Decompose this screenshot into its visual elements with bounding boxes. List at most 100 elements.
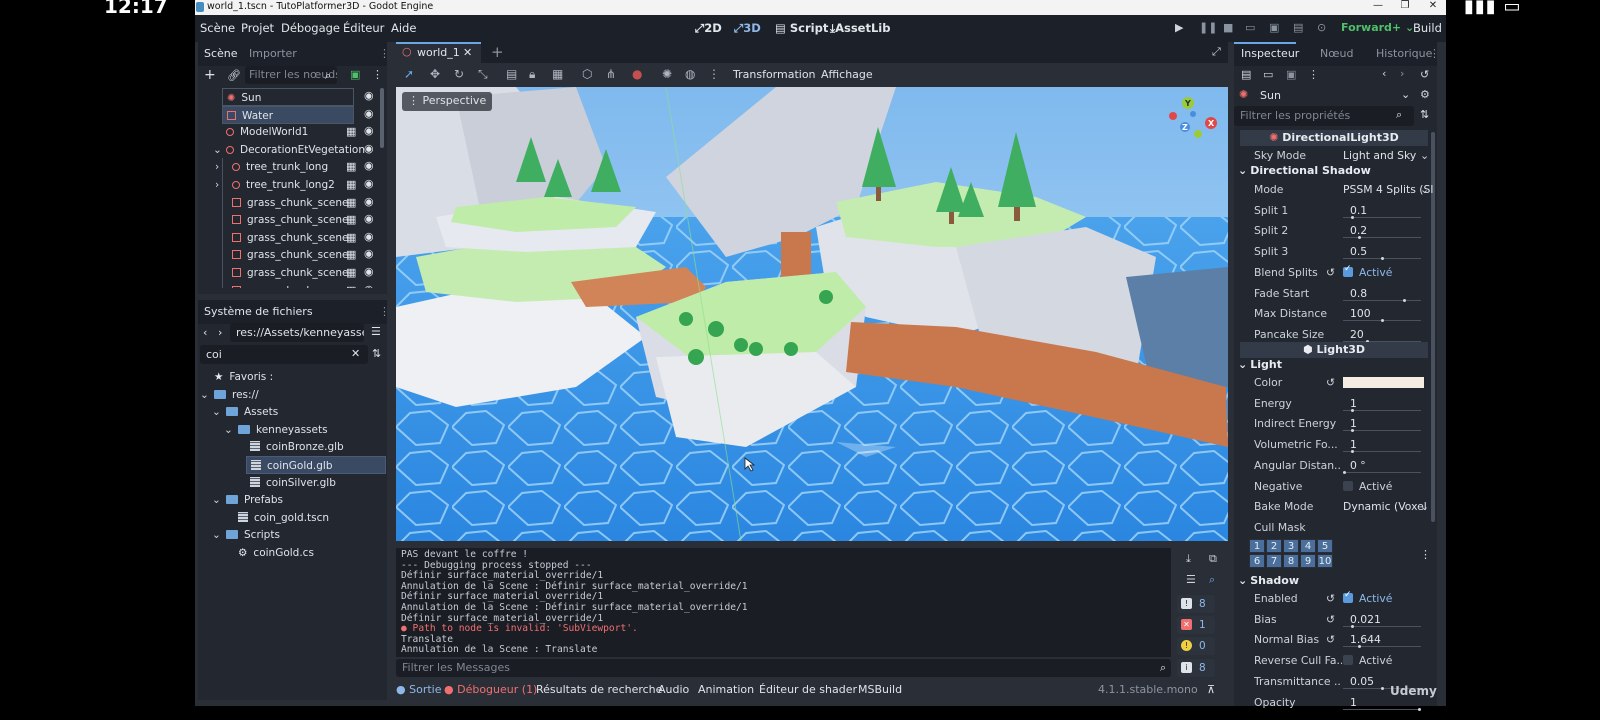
filter-settings-icon[interactable]: ⇅ — [1420, 108, 1429, 121]
property-cull-mask[interactable]: Cull Mask — [1240, 518, 1434, 538]
scene-node-grass-chunk-scene[interactable]: grass_chunk_scene — [224, 229, 356, 247]
slider-knob[interactable] — [1381, 686, 1384, 690]
selected-node-picker[interactable]: ✺ Sun ⌄ — [1234, 86, 1414, 106]
3d-viewport[interactable]: Y X Z ⋮ Perspective — [396, 87, 1228, 541]
open-scene-icon[interactable]: ▦ — [346, 196, 356, 209]
file-search-input[interactable]: coi — [200, 345, 368, 364]
slider-knob[interactable] — [1358, 236, 1361, 240]
property-filter-input[interactable]: Filtrer les propriétés — [1234, 106, 1414, 126]
slider-knob[interactable] — [1358, 645, 1361, 649]
add-node-icon[interactable]: + — [204, 67, 216, 83]
cull-layer-cell[interactable]: 9 — [1300, 554, 1316, 568]
tab-inspector[interactable]: Inspecteur — [1241, 47, 1299, 60]
tab-filesystem[interactable]: Système de fichiers — [204, 305, 313, 318]
file-item[interactable]: coin_gold.tscn — [234, 509, 386, 527]
property-mode[interactable]: Mode PSSM 4 Splits (Sl ⌄ — [1240, 180, 1434, 200]
value-slider[interactable] — [1343, 257, 1421, 261]
scene-node-water[interactable]: Water — [222, 105, 354, 124]
renderer-select[interactable]: Forward+ ⌄ — [1341, 21, 1414, 34]
workspace-script[interactable]: ▤ Script — [775, 21, 828, 35]
chevron-down-icon[interactable]: ⌄ — [212, 526, 221, 544]
select-tool-icon[interactable]: ➚ — [404, 67, 414, 81]
info-count-badge[interactable]: i8 — [1177, 659, 1215, 677]
chevron-down-icon[interactable]: ⌄ — [224, 421, 233, 439]
search-log-icon[interactable]: ⌕ — [1209, 573, 1215, 587]
remote-debug-icon[interactable]: ▭ — [1245, 21, 1255, 34]
file-item[interactable]: coinGold.glb — [246, 456, 386, 474]
play-icon[interactable]: ▶ — [1175, 21, 1183, 34]
cull-layer-cell[interactable]: 2 — [1266, 539, 1282, 553]
property-normal-bias[interactable]: Normal Bias ↺ 1.644 — [1240, 630, 1434, 650]
cull-layer-cell[interactable]: 8 — [1283, 554, 1299, 568]
scene-node-grass-chunk-scene[interactable]: grass_chunk_scene — [224, 194, 356, 212]
section-shadow[interactable]: ⌄ Shadow — [1238, 574, 1428, 590]
attach-script-icon[interactable]: ▣ — [350, 68, 360, 81]
perspective-button[interactable]: ⋮ Perspective — [402, 92, 493, 111]
dock-menu-icon[interactable]: ⋮ — [379, 47, 390, 60]
resource-menu-icon[interactable]: ⋮ — [1308, 68, 1319, 81]
slider-knob[interactable] — [1343, 470, 1346, 474]
slider-knob[interactable] — [1403, 298, 1406, 302]
dock-menu-icon[interactable]: ⋮ — [1429, 47, 1437, 60]
menu-help[interactable]: Aide — [391, 21, 416, 35]
file-item[interactable]: ⚙ coinGold.cs — [234, 544, 386, 562]
lock-icon[interactable]: 🔒︎ — [529, 67, 535, 82]
property-bake-mode[interactable]: Bake Mode Dynamic (Voxel ⌄ — [1240, 497, 1434, 517]
layer-menu-icon[interactable]: ⋮ — [1420, 548, 1431, 561]
cull-layer-cell[interactable]: 10 — [1317, 554, 1333, 568]
visibility-eye-icon[interactable]: ◉ — [364, 107, 374, 120]
scene-menu-icon[interactable]: ⋮ — [372, 68, 383, 81]
revert-icon[interactable]: ↺ — [1326, 633, 1335, 646]
tab-audio[interactable]: Audio — [658, 683, 689, 696]
path-field[interactable]: res://Assets/kenneyassets — [230, 323, 364, 342]
menu-editor[interactable]: Éditeur — [343, 21, 384, 35]
cull-layer-cell[interactable]: 6 — [1249, 554, 1265, 568]
value-slider[interactable] — [1343, 470, 1421, 474]
slider-knob[interactable] — [1418, 707, 1421, 711]
chevron-down-icon[interactable]: ⌄ — [212, 491, 221, 509]
maximize-button[interactable]: ❐ — [1393, 0, 1417, 11]
message-count-badge[interactable]: ! 8 — [1177, 595, 1215, 613]
environment-icon[interactable]: ✺ — [662, 67, 672, 81]
scale-tool-icon[interactable]: ⤡ — [478, 67, 488, 82]
property-split-2[interactable]: Split 2 0.2 — [1240, 221, 1434, 241]
property-bias[interactable]: Bias ↺ 0.021 — [1240, 610, 1434, 630]
file-item[interactable]: ⌄ kenneyassets — [224, 421, 386, 439]
pause-icon[interactable]: ❚❚ — [1199, 21, 1217, 34]
value-slider[interactable] — [1343, 450, 1421, 454]
clear-search-icon[interactable]: ✕ — [351, 347, 360, 360]
property-indirect-energy[interactable]: Indirect Energy 1 — [1240, 414, 1434, 434]
history-forward-icon[interactable]: › — [1400, 67, 1404, 80]
collapse-log-icon[interactable]: ☰ — [1186, 573, 1196, 586]
value-slider[interactable] — [1343, 298, 1421, 302]
message-filter-input[interactable]: Filtrer les Messages — [396, 659, 1171, 677]
scene-node-grass-chunk-scene[interactable]: grass_chunk_scene — [224, 246, 356, 264]
slider-knob[interactable] — [1381, 319, 1384, 323]
slider-knob[interactable] — [1351, 429, 1354, 433]
cull-layer-cell[interactable]: 1 — [1249, 539, 1265, 553]
viewport-menu-icon[interactable]: ⋮ — [708, 67, 720, 81]
property-reverse-cull-fa-[interactable]: Reverse Cull Fa... Activé — [1240, 651, 1434, 671]
link-icon[interactable]: 🔗︎ — [227, 69, 241, 82]
value-slider[interactable] — [1343, 236, 1421, 240]
warning-count-badge[interactable]: ! 0 — [1177, 637, 1215, 655]
property-fade-start[interactable]: Fade Start 0.8 — [1240, 284, 1434, 304]
slider-knob[interactable] — [1351, 215, 1354, 219]
scene-node-sun[interactable]: ✺ Sun — [222, 88, 354, 106]
value-slider[interactable] — [1343, 624, 1421, 628]
movie-maker-icon[interactable]: ⊙ — [1317, 21, 1326, 34]
list-select-icon[interactable]: ▤ — [506, 67, 517, 81]
distraction-free-icon[interactable]: ⤢ — [1212, 45, 1221, 59]
expand-arrow-icon[interactable]: › — [215, 158, 219, 176]
checkbox[interactable] — [1343, 590, 1353, 603]
view-mode-icon[interactable]: ☰ — [371, 325, 381, 338]
file-item[interactable]: ⌄ Prefabs — [212, 491, 386, 509]
snap-icon[interactable]: ⋔ — [606, 67, 616, 81]
scene-node-modelworld1[interactable]: ModelWorld1 — [222, 123, 354, 141]
tab-debugger[interactable]: ● Débogueur (1) — [444, 683, 537, 696]
open-scene-icon[interactable]: ▦ — [346, 231, 356, 244]
pin-panel-icon[interactable]: ⊼ — [1207, 683, 1215, 696]
play-scene-icon[interactable]: ▣ — [1269, 21, 1279, 34]
scene-node-grass-chunk-scene[interactable]: grass_chunk_scene — [224, 282, 356, 288]
visibility-eye-icon[interactable]: ◉ — [364, 159, 374, 172]
